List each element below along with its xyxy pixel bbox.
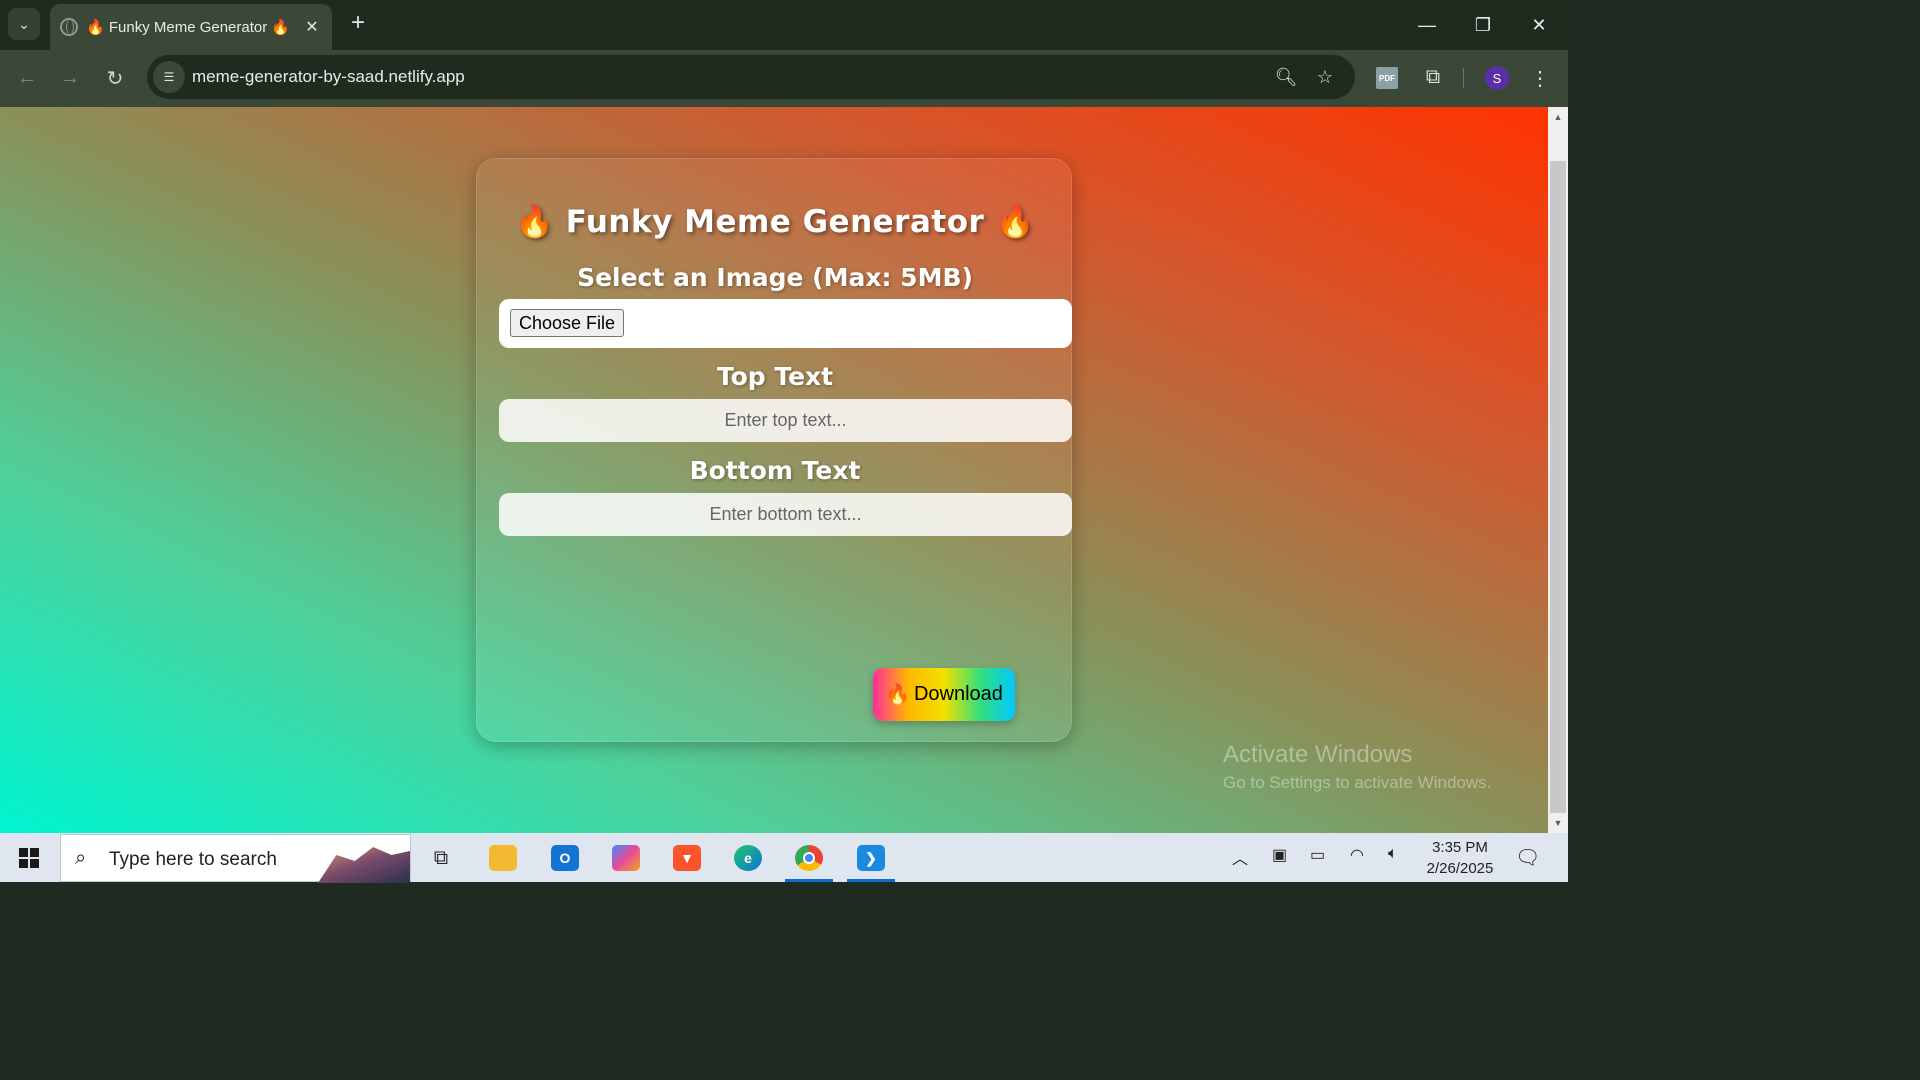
clock-date: 2/26/2025	[1426, 860, 1494, 877]
browser-tab[interactable]: 🔥 Funky Meme Generator 🔥 ✕	[50, 4, 332, 50]
bottom-text-input[interactable]	[499, 493, 1072, 536]
task-view-icon[interactable]: ⧉	[417, 839, 465, 877]
chrome-browser-icon[interactable]	[785, 839, 833, 882]
back-arrow-icon[interactable]: ←	[11, 62, 43, 94]
top-text-label: Top Text	[716, 362, 834, 391]
vscode-icon[interactable]: ❯	[847, 839, 895, 882]
activate-windows-watermark: Activate Windows Go to Settings to activ…	[1223, 741, 1491, 793]
file-input[interactable]: Choose File	[499, 299, 1072, 348]
scroll-up-arrow-icon[interactable]: ▲	[1552, 111, 1564, 123]
taskbar-search[interactable]: ⌕ Type here to search	[60, 834, 411, 883]
wifi-icon[interactable]: ◠	[1350, 845, 1364, 865]
scroll-down-arrow-icon[interactable]: ▼	[1552, 817, 1564, 829]
forward-arrow-icon[interactable]: →	[54, 62, 86, 94]
tab-search-chevron-icon[interactable]: ⌄	[8, 8, 40, 40]
choose-file-button[interactable]: Choose File	[510, 309, 625, 337]
app-title: 🔥 Funky Meme Generator 🔥	[515, 204, 1035, 240]
bottom-text-label: Bottom Text	[689, 456, 861, 485]
page-scrollbar[interactable]: ▲ ▼	[1548, 107, 1568, 833]
search-highlight-image	[318, 847, 410, 883]
globe-icon	[60, 18, 78, 36]
browser-titlebar: ⌄ 🔥 Funky Meme Generator 🔥 ✕ + — ❐ ✕	[0, 0, 1568, 50]
bookmark-star-icon[interactable]: ☆	[1313, 65, 1337, 89]
edge-browser-icon[interactable]: e	[724, 839, 772, 877]
meme-generator-card: 🔥 Funky Meme Generator 🔥 Select an Image…	[476, 158, 1072, 742]
profile-avatar[interactable]: S	[1485, 66, 1509, 90]
toolbar-divider	[1463, 68, 1464, 88]
file-explorer-icon[interactable]	[479, 839, 527, 877]
browser-menu-icon[interactable]: ⋮	[1528, 64, 1552, 92]
meet-now-icon[interactable]: ▣	[1272, 845, 1287, 865]
watermark-subtitle: Go to Settings to activate Windows.	[1223, 773, 1492, 792]
tab-title: 🔥 Funky Meme Generator 🔥	[86, 19, 291, 36]
site-info-icon[interactable]: ☰	[153, 61, 185, 93]
copilot-icon[interactable]	[602, 839, 650, 877]
url-text[interactable]: meme-generator-by-saad.netlify.app	[192, 67, 465, 87]
pdf-extension-icon[interactable]: PDF	[1376, 67, 1398, 89]
close-tab-icon[interactable]: ✕	[302, 17, 322, 37]
volume-icon[interactable]: 🔈︎	[1388, 845, 1398, 863]
taskbar-search-placeholder: Type here to search	[109, 849, 277, 870]
close-window-button[interactable]: ✕	[1511, 0, 1567, 50]
reload-icon[interactable]: ↻	[99, 62, 131, 94]
browser-toolbar: ← → ↻ ☰ meme-generator-by-saad.netlify.a…	[0, 50, 1568, 107]
windows-taskbar: ⌕ Type here to search ⧉ O ▼ e ❯ ︿ ▣ ▭ ◠ …	[0, 833, 1568, 883]
battery-icon[interactable]: ▭	[1310, 845, 1325, 865]
page-viewport: 🔥 Funky Meme Generator 🔥 Select an Image…	[0, 107, 1548, 833]
scrollbar-thumb[interactable]	[1550, 161, 1566, 813]
windows-logo-icon	[19, 848, 39, 868]
outlook-icon[interactable]: O	[541, 839, 589, 877]
download-label: Download	[913, 683, 1003, 705]
zoom-icon[interactable]: 🔍︎	[1274, 65, 1298, 89]
clock-time: 3:35 PM	[1432, 839, 1488, 856]
address-bar[interactable]: ☰ meme-generator-by-saad.netlify.app 🔍︎ …	[147, 55, 1355, 99]
extensions-puzzle-icon[interactable]: ⧉	[1420, 64, 1446, 90]
brave-browser-icon[interactable]: ▼	[663, 839, 711, 877]
minimize-button[interactable]: —	[1399, 0, 1455, 50]
system-clock[interactable]: 3:35 PM 2/26/2025	[1418, 837, 1502, 879]
image-select-label: Select an Image (Max: 5MB)	[577, 263, 973, 292]
restore-button[interactable]: ❐	[1455, 0, 1511, 50]
download-button[interactable]: 🔥 Download	[873, 668, 1015, 721]
top-text-input[interactable]	[499, 399, 1072, 442]
watermark-title: Activate Windows	[1223, 741, 1413, 768]
search-icon: ⌕	[75, 847, 87, 869]
show-hidden-icons-chevron-icon[interactable]: ︿	[1232, 845, 1248, 869]
fire-icon: 🔥	[885, 684, 910, 706]
notification-center-icon[interactable]: 🗨︎	[1515, 845, 1540, 869]
new-tab-button[interactable]: +	[344, 10, 372, 38]
start-button[interactable]	[8, 841, 50, 875]
